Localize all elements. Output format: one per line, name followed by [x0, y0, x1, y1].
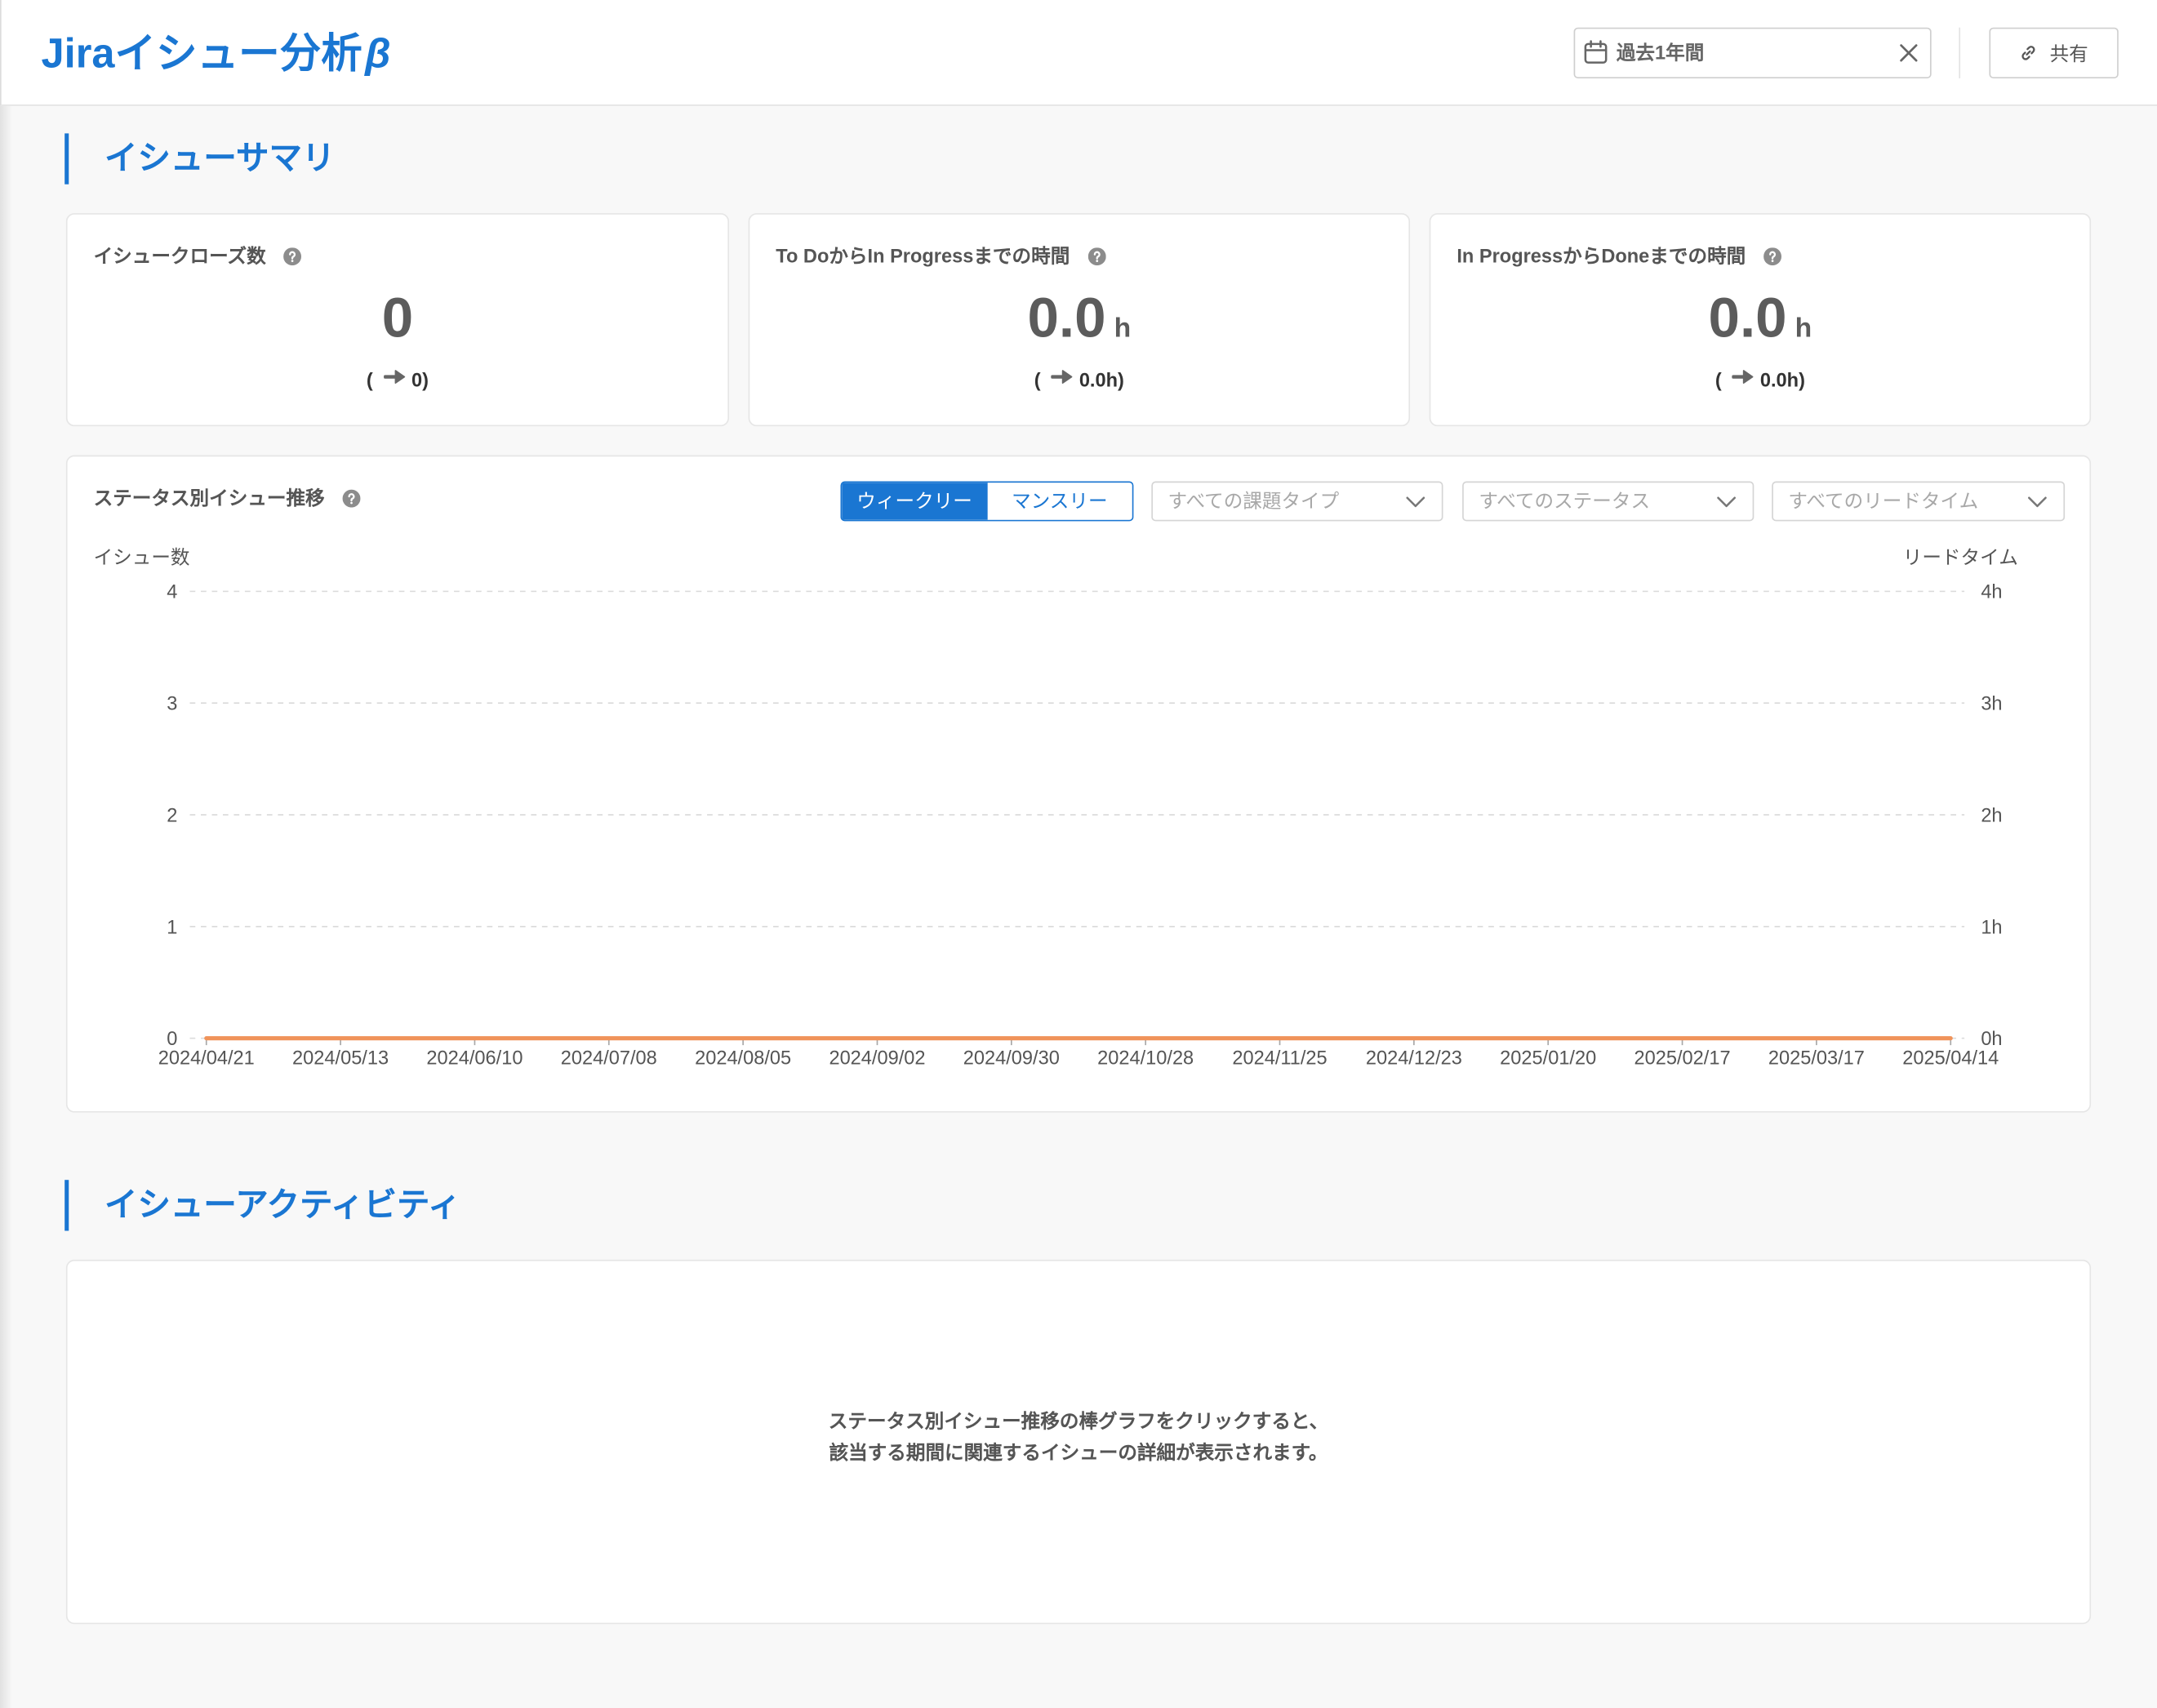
delta-value: 0.0h: [1759, 368, 1799, 391]
section-title-activity: イシューアクティビティ: [64, 1180, 1027, 1231]
y2-tick-label: 0h: [1981, 1028, 2002, 1049]
chart-title-row: ステータス別イシュー推移: [94, 486, 361, 510]
x-tick-label: 2024/11/25: [1232, 1047, 1327, 1069]
toggle-weekly[interactable]: ウィークリー: [842, 483, 987, 520]
y2-tick-label: 3h: [1981, 693, 2002, 714]
x-tick-label: 2024/06/10: [426, 1047, 523, 1069]
metric-delta: ( 0.0h ): [1430, 367, 2089, 392]
beta-badge: β: [365, 31, 391, 78]
metric-label-row: In ProgressからDoneまでの時間: [1457, 243, 1782, 268]
y-axis-title: イシュー数: [93, 545, 190, 568]
page-edge-shadow: [0, 105, 13, 1708]
close-icon[interactable]: [1900, 44, 1918, 62]
metric-label: In ProgressからDoneまでの時間: [1457, 244, 1746, 267]
delta-paren-open: (: [366, 368, 373, 391]
period-toggle: ウィークリー マンスリー: [840, 481, 1134, 522]
share-button-label: 共有: [2049, 42, 2088, 64]
share-button[interactable]: 共有: [1989, 27, 2119, 79]
status-trend-chart: 0 1 2 3 4 0h 1h 2h 3h 4h 2024/04/21 2024/05/13 2024/…: [158, 581, 2003, 1069]
x-tick-label: 2025/03/17: [1768, 1047, 1865, 1069]
delta-paren-close: ): [422, 368, 429, 391]
y-tick-label: 0: [167, 1028, 177, 1049]
metric-label-row: イシュークローズ数: [94, 243, 302, 268]
page-title-text: Jiraイシュー分析: [41, 31, 362, 78]
section-title-summary: イシューサマリ: [64, 133, 1027, 185]
y2-tick-label: 2h: [1981, 804, 2002, 825]
y-tick-label: 2: [167, 804, 177, 825]
y2-tick-label: 1h: [1981, 916, 2002, 937]
empty-state-line: ステータス別イシュー推移の棒グラフをクリックすると、: [828, 1409, 1329, 1432]
metric-label-row: To DoからIn Progressまでの時間: [776, 243, 1106, 268]
page-title: Jiraイシュー分析 β: [42, 29, 391, 81]
chevron-down-icon: [1406, 496, 1425, 508]
x-tick-label: 2024/08/05: [695, 1047, 791, 1069]
metric-card-closed-issues: イシュークローズ数 0 ( 0 ): [65, 213, 730, 427]
chevron-down-icon: [2028, 496, 2047, 508]
chevron-down-icon: [1717, 496, 1736, 508]
metric-delta: ( 0 ): [68, 367, 728, 392]
delta-paren-close: ): [1118, 368, 1124, 391]
arrow-right-icon: [384, 370, 406, 384]
delta-paren-open: (: [1714, 368, 1722, 391]
metric-label: イシュークローズ数: [93, 244, 266, 267]
issue-type-select[interactable]: すべての課題タイプ: [1151, 481, 1443, 522]
y2-tick-label: 4h: [1981, 581, 2002, 603]
metric-label: To DoからIn Progressまでの時間: [776, 244, 1070, 267]
metric-value: 0.0 h: [1430, 285, 2089, 362]
x-tick-label: 2025/02/17: [1634, 1047, 1731, 1069]
x-tick-label: 2025/01/20: [1500, 1047, 1596, 1069]
chart-title: ステータス別イシュー推移: [93, 487, 325, 509]
metric-unit: h: [1795, 314, 1812, 345]
delta-value: 0.0h: [1078, 368, 1119, 391]
metric-number: 0.0: [1708, 286, 1787, 349]
x-tick-label: 2025/04/14: [1902, 1047, 1999, 1069]
date-range-picker[interactable]: 過去1年間: [1573, 27, 1932, 79]
select-value: すべてのリードタイム: [1788, 489, 1979, 512]
status-select[interactable]: すべてのステータス: [1462, 481, 1755, 522]
status-trend-card: 0 1 2 3 4 0h 1h 2h 3h 4h 2024/04/21 2024/05/13 2024/…: [65, 455, 2092, 1113]
x-tick-label: 2024/12/23: [1366, 1047, 1462, 1069]
x-tick-label: 2024/09/30: [963, 1047, 1060, 1069]
toolbar-divider: [1959, 27, 1961, 79]
top-bar: Jiraイシュー分析 β 過去1年間 共有: [0, 0, 2157, 106]
y-tick-label: 3: [167, 693, 177, 714]
metric-value: 0.0 h: [749, 285, 1408, 362]
y2-axis-title: リードタイム: [1902, 545, 2018, 568]
select-value: すべてのステータス: [1479, 489, 1651, 512]
x-tick-label: 2024/10/28: [1097, 1047, 1194, 1069]
lead-time-select[interactable]: すべてのリードタイム: [1772, 481, 2066, 522]
metric-card-todo-to-inprogress: To DoからIn Progressまでの時間 0.0 h ( 0.0h ): [748, 213, 1411, 427]
empty-state-line: 該当する期間に関連するイシューの詳細が表示されます。: [829, 1441, 1328, 1464]
arrow-right-icon: [1052, 370, 1074, 384]
y-tick-label: 1: [167, 916, 177, 937]
link-icon: [2021, 46, 2035, 60]
delta-paren-close: ): [1799, 368, 1805, 391]
help-icon[interactable]: [342, 488, 361, 507]
delta-value: 0: [411, 368, 423, 391]
arrow-right-icon: [1732, 370, 1755, 384]
empty-state-message: ステータス別イシュー推移の棒グラフをクリックすると、 該当する期間に関連するイシ…: [68, 1405, 2090, 1468]
page: Jiraイシュー分析 β 過去1年間 共有 イシューサマリ イシュークローズ数 …: [0, 0, 2157, 1708]
y-tick-label: 4: [167, 581, 177, 603]
metric-number: 0: [381, 286, 414, 349]
help-icon[interactable]: [1087, 247, 1106, 265]
delta-paren-open: (: [1034, 368, 1041, 391]
help-icon[interactable]: [283, 247, 302, 265]
metric-number: 0.0: [1027, 286, 1106, 349]
issue-activity-card: ステータス別イシュー推移の棒グラフをクリックすると、 該当する期間に関連するイシ…: [65, 1259, 2092, 1625]
select-value: すべての課題タイプ: [1167, 489, 1340, 512]
toggle-monthly[interactable]: マンスリー: [986, 483, 1132, 520]
help-icon[interactable]: [1763, 247, 1782, 265]
calendar-icon: [1584, 40, 1608, 64]
date-range-value: 過去1年間: [1616, 41, 1705, 64]
metric-value: 0: [68, 285, 728, 351]
metric-delta: ( 0.0h ): [749, 367, 1408, 392]
x-tick-label: 2024/04/21: [158, 1047, 255, 1069]
metric-unit: h: [1114, 314, 1132, 345]
x-tick-label: 2024/09/02: [829, 1047, 925, 1069]
x-tick-label: 2024/07/08: [561, 1047, 657, 1069]
metric-card-inprogress-to-done: In ProgressからDoneまでの時間 0.0 h ( 0.0h ): [1429, 213, 2092, 427]
x-tick-label: 2024/05/13: [292, 1047, 389, 1069]
